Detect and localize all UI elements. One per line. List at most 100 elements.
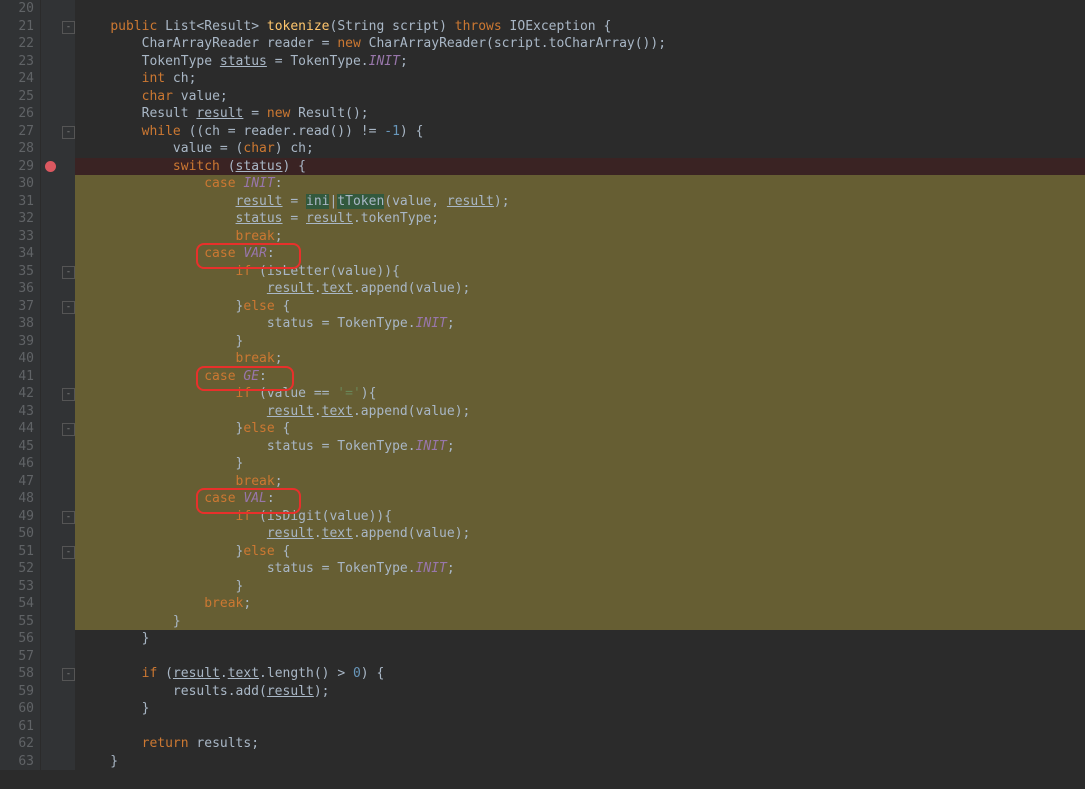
code-line[interactable]: break; — [75, 350, 1085, 368]
code-line[interactable] — [75, 648, 1085, 666]
line-number: 30 — [0, 175, 40, 193]
code-line[interactable]: status = TokenType.INIT; — [75, 438, 1085, 456]
line-number: 51 — [0, 543, 40, 561]
code-line[interactable]: value = (char) ch; — [75, 140, 1085, 158]
code-line[interactable]: } — [75, 753, 1085, 771]
line-number: 58 — [0, 665, 40, 683]
line-number: 46 — [0, 455, 40, 473]
code-line[interactable]: if (isDigit(value)){ — [75, 508, 1085, 526]
fold-toggle-icon[interactable]: - — [62, 126, 75, 139]
code-line[interactable]: Result result = new Result(); — [75, 105, 1085, 123]
line-number: 60 — [0, 700, 40, 718]
fold-toggle-icon[interactable]: - — [62, 21, 75, 34]
line-number: 33 — [0, 228, 40, 246]
code-line[interactable]: result.text.append(value); — [75, 280, 1085, 298]
code-line[interactable]: }else { — [75, 298, 1085, 316]
code-line[interactable]: TokenType status = TokenType.INIT; — [75, 53, 1085, 71]
line-number: 21 — [0, 18, 40, 36]
code-line[interactable]: status = TokenType.INIT; — [75, 315, 1085, 333]
code-line[interactable]: } — [75, 578, 1085, 596]
code-line[interactable] — [75, 0, 1085, 18]
fold-toggle-icon[interactable]: - — [62, 546, 75, 559]
line-number: 42 — [0, 385, 40, 403]
code-line[interactable]: }else { — [75, 543, 1085, 561]
line-number: 29 — [0, 158, 40, 176]
code-line[interactable]: switch (status) { — [75, 158, 1085, 176]
line-number: 38 — [0, 315, 40, 333]
line-number: 48 — [0, 490, 40, 508]
line-number: 45 — [0, 438, 40, 456]
code-line[interactable]: break; — [75, 595, 1085, 613]
line-number: 59 — [0, 683, 40, 701]
line-number: 49 — [0, 508, 40, 526]
code-line[interactable]: if (isLetter(value)){ — [75, 263, 1085, 281]
code-line[interactable]: result.text.append(value); — [75, 525, 1085, 543]
fold-toggle-icon[interactable]: - — [62, 388, 75, 401]
line-number: 32 — [0, 210, 40, 228]
line-number: 20 — [0, 0, 40, 18]
line-number: 31 — [0, 193, 40, 211]
line-number: 52 — [0, 560, 40, 578]
line-number: 26 — [0, 105, 40, 123]
code-line[interactable]: break; — [75, 473, 1085, 491]
fold-toggle-icon[interactable]: - — [62, 266, 75, 279]
code-area[interactable]: public List<Result> tokenize(String scri… — [75, 0, 1085, 770]
line-number: 27 — [0, 123, 40, 141]
line-number: 25 — [0, 88, 40, 106]
code-editor[interactable]: 2021222324252627282930313233343536373839… — [0, 0, 1085, 770]
code-line[interactable]: status = result.tokenType; — [75, 210, 1085, 228]
line-number: 36 — [0, 280, 40, 298]
line-number: 55 — [0, 613, 40, 631]
line-number: 34 — [0, 245, 40, 263]
line-number-gutter: 2021222324252627282930313233343536373839… — [0, 0, 41, 770]
code-line[interactable]: CharArrayReader reader = new CharArrayRe… — [75, 35, 1085, 53]
fold-gutter[interactable]: - - - - - - - - - — [61, 0, 75, 770]
code-line[interactable]: case INIT: — [75, 175, 1085, 193]
line-number: 37 — [0, 298, 40, 316]
code-line[interactable]: } — [75, 333, 1085, 351]
line-number: 22 — [0, 35, 40, 53]
code-line[interactable]: status = TokenType.INIT; — [75, 560, 1085, 578]
code-line[interactable]: int ch; — [75, 70, 1085, 88]
line-number: 56 — [0, 630, 40, 648]
line-number: 44 — [0, 420, 40, 438]
line-number: 54 — [0, 595, 40, 613]
line-number: 63 — [0, 753, 40, 771]
line-number: 47 — [0, 473, 40, 491]
code-line[interactable]: }else { — [75, 420, 1085, 438]
code-line[interactable]: } — [75, 455, 1085, 473]
code-line[interactable]: case VAL: — [75, 490, 1085, 508]
code-line[interactable]: case VAR: — [75, 245, 1085, 263]
code-line[interactable]: case GE: — [75, 368, 1085, 386]
breakpoint-icon[interactable] — [45, 161, 56, 172]
line-number: 23 — [0, 53, 40, 71]
code-line[interactable]: result = ini|tToken(value, result); — [75, 193, 1085, 211]
code-line[interactable]: public List<Result> tokenize(String scri… — [75, 18, 1085, 36]
code-line[interactable]: } — [75, 700, 1085, 718]
code-line[interactable]: return results; — [75, 735, 1085, 753]
code-line[interactable]: result.text.append(value); — [75, 403, 1085, 421]
fold-toggle-icon[interactable]: - — [62, 668, 75, 681]
code-line[interactable]: } — [75, 613, 1085, 631]
line-number: 35 — [0, 263, 40, 281]
fold-toggle-icon[interactable]: - — [62, 511, 75, 524]
fold-toggle-icon[interactable]: - — [62, 301, 75, 314]
breakpoint-gutter[interactable] — [41, 0, 61, 770]
line-number: 24 — [0, 70, 40, 88]
line-number: 40 — [0, 350, 40, 368]
line-number: 43 — [0, 403, 40, 421]
code-line[interactable]: results.add(result); — [75, 683, 1085, 701]
code-line[interactable]: char value; — [75, 88, 1085, 106]
code-line[interactable]: if (value == '='){ — [75, 385, 1085, 403]
line-number: 41 — [0, 368, 40, 386]
line-number: 28 — [0, 140, 40, 158]
code-line[interactable] — [75, 718, 1085, 736]
line-number: 50 — [0, 525, 40, 543]
code-line[interactable]: if (result.text.length() > 0) { — [75, 665, 1085, 683]
line-number: 53 — [0, 578, 40, 596]
code-line[interactable]: } — [75, 630, 1085, 648]
code-line[interactable]: break; — [75, 228, 1085, 246]
line-number: 61 — [0, 718, 40, 736]
code-line[interactable]: while ((ch = reader.read()) != -1) { — [75, 123, 1085, 141]
fold-toggle-icon[interactable]: - — [62, 423, 75, 436]
